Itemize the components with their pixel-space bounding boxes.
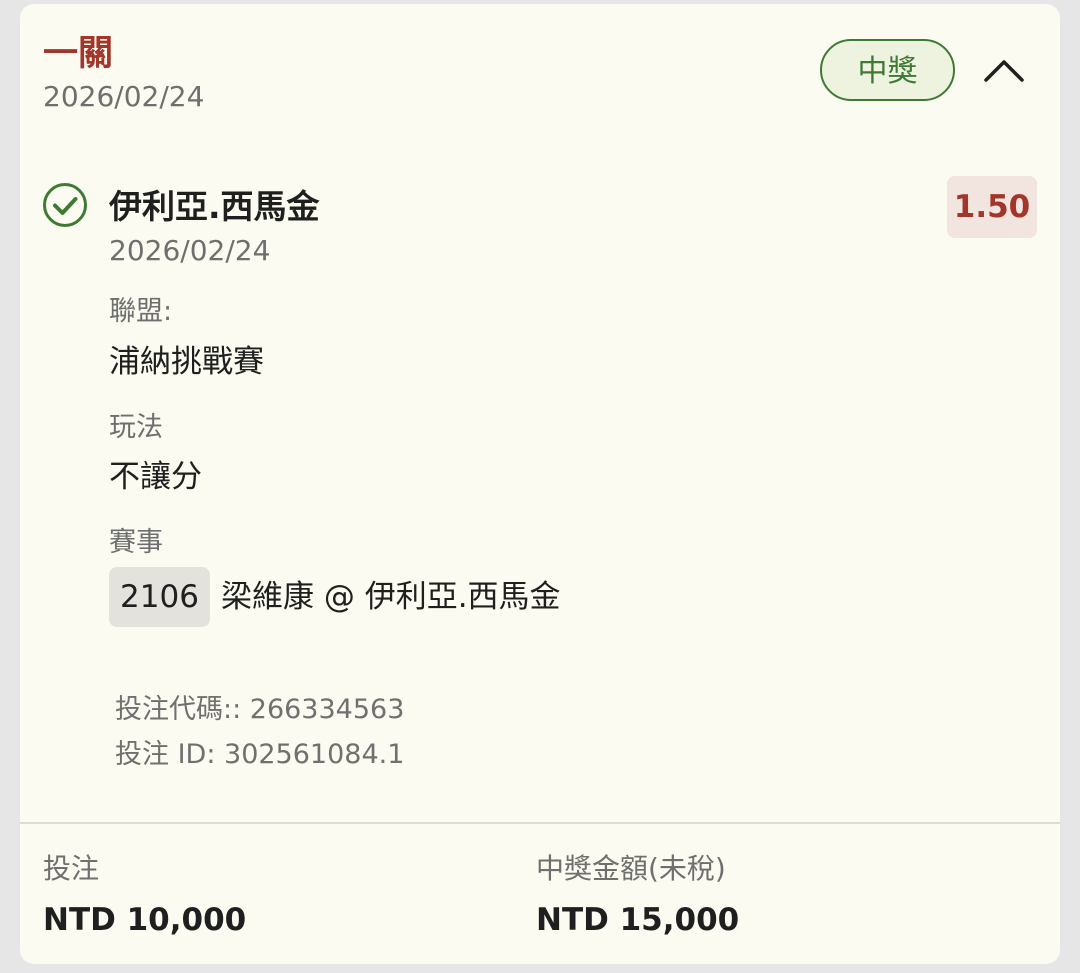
event-label: 賽事 — [109, 527, 163, 558]
event-number-badge: 2106 — [109, 567, 210, 627]
odds-badge: 1.50 — [947, 176, 1037, 238]
stake-value: NTD 10,000 — [43, 902, 247, 938]
bet-card: 一關 2026/02/24 中獎 伊利亞.西馬金 2026/02/24 1.50… — [20, 4, 1060, 964]
payout-value: NTD 15,000 — [536, 902, 740, 938]
collapse-toggle-button[interactable] — [978, 44, 1030, 96]
status-badge: 中獎 — [820, 39, 955, 101]
bet-date: 2026/02/24 — [43, 80, 205, 113]
summary-divider — [20, 822, 1060, 824]
bet-id: 投注 ID: 302561084.1 — [115, 739, 405, 770]
league-label: 聯盟: — [109, 296, 173, 327]
check-circle-icon — [43, 183, 87, 227]
payout-label: 中獎金額(未稅) — [536, 852, 726, 885]
selection-date: 2026/02/24 — [109, 234, 271, 267]
stake-label: 投注 — [43, 852, 100, 885]
event-teams: 梁維康 @ 伊利亞.西馬金 — [221, 579, 561, 615]
selection-name: 伊利亞.西馬金 — [109, 187, 320, 226]
bet-type-title: 一關 — [43, 34, 114, 74]
market-value: 不讓分 — [109, 459, 202, 495]
market-label: 玩法 — [109, 412, 163, 443]
chevron-up-icon — [984, 60, 1024, 82]
bet-code: 投注代碼:: 266334563 — [115, 694, 405, 725]
league-value: 浦納挑戰賽 — [109, 344, 264, 380]
